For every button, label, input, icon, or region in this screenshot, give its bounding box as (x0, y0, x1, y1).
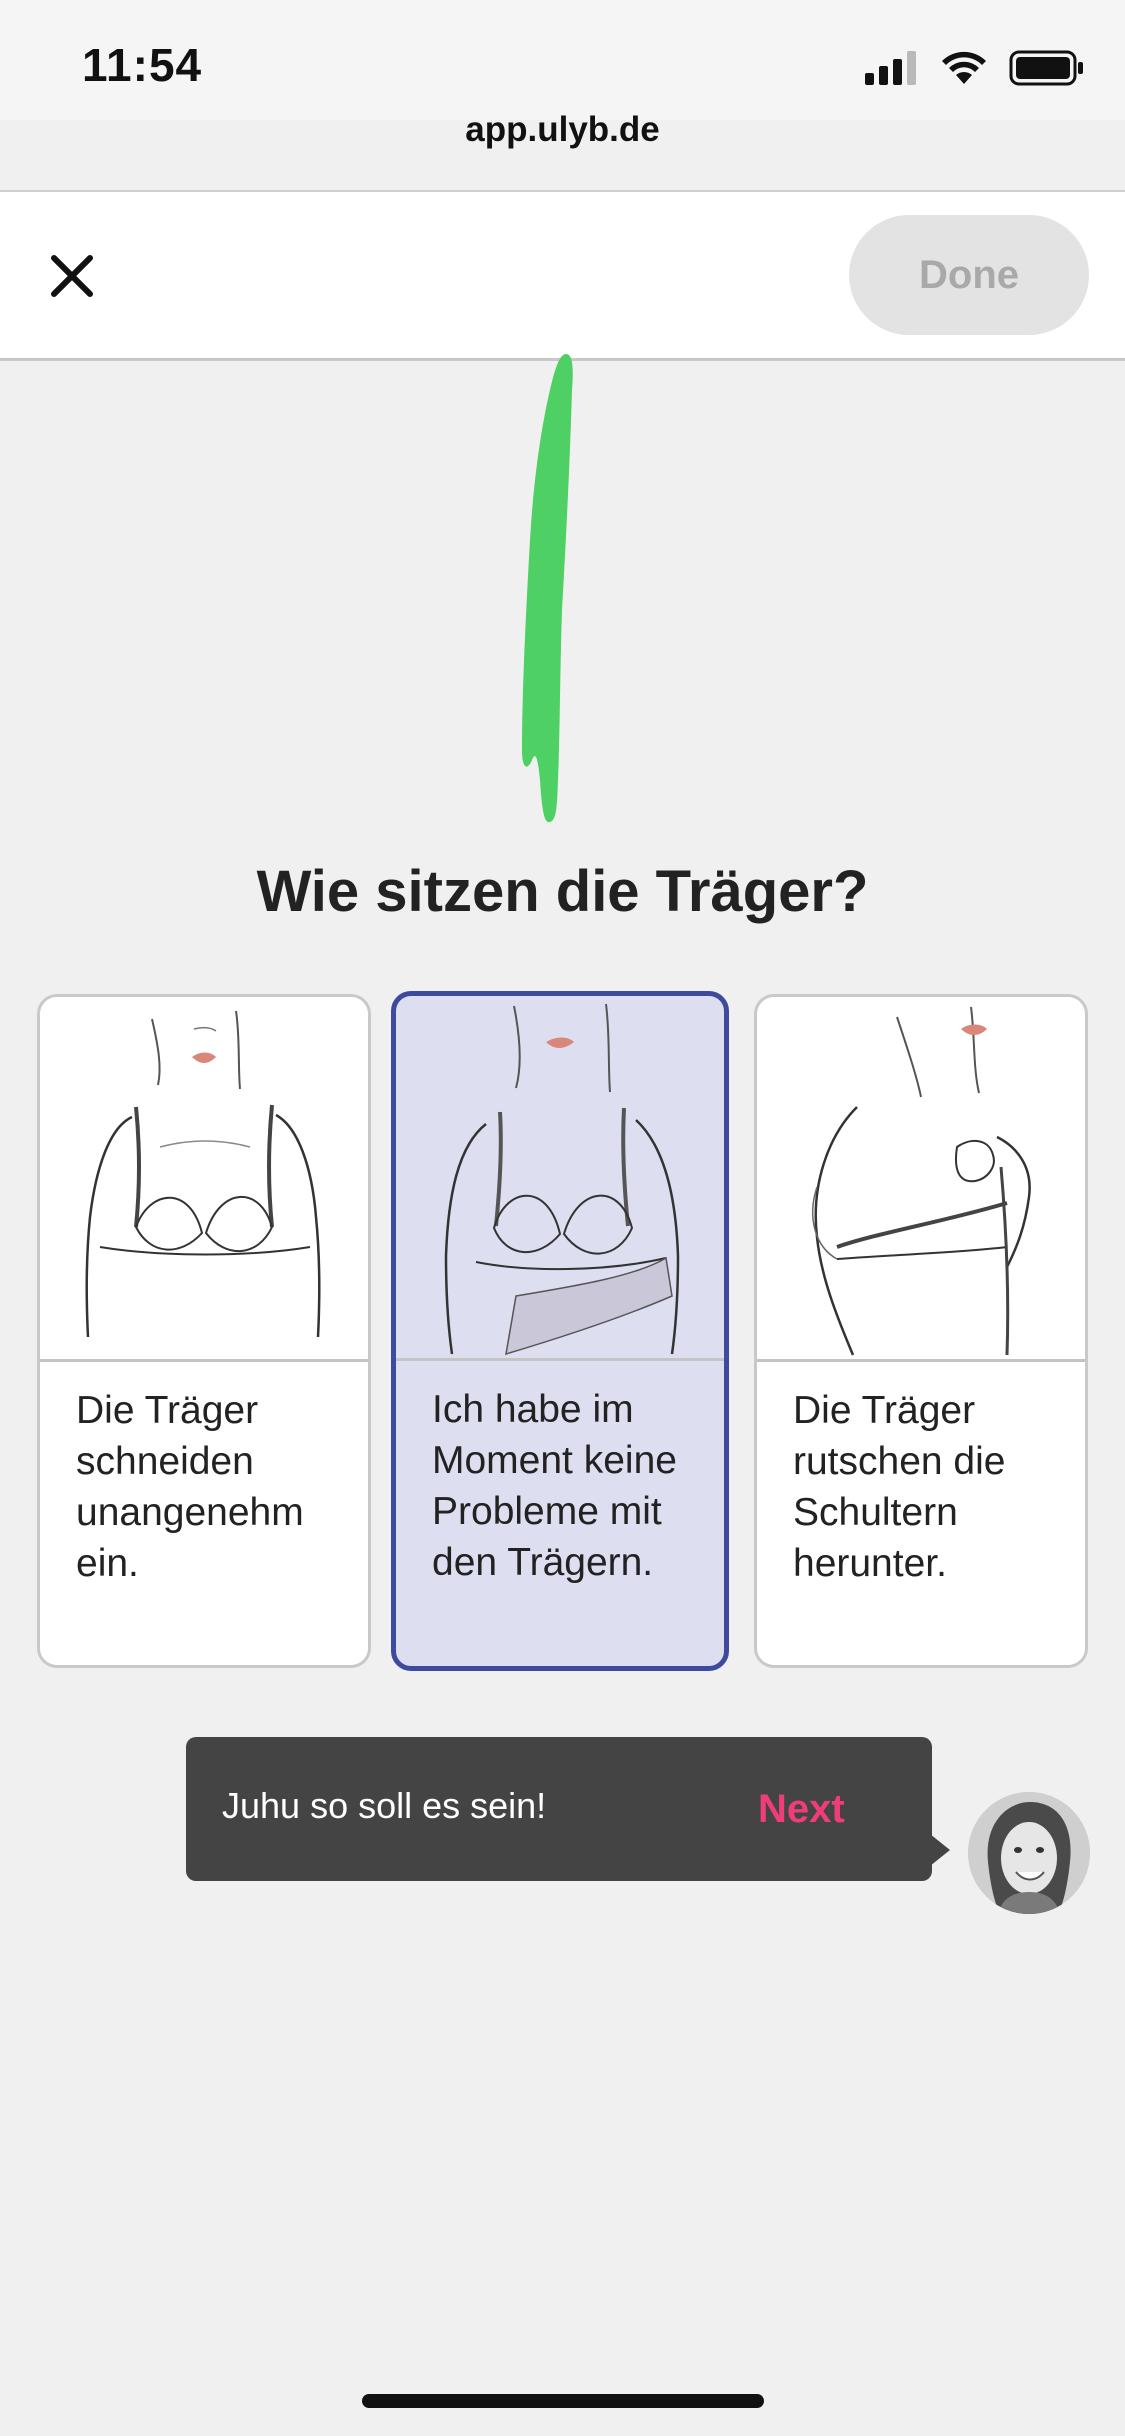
option-label: Ich habe im Moment keine Probleme mit de… (432, 1388, 677, 1584)
signal-icon (865, 51, 916, 85)
card-divider (396, 1358, 724, 1361)
home-indicator[interactable] (362, 2394, 764, 2408)
option-card-strap-cutting[interactable]: Die Träger schneiden unangenehm ein. (37, 994, 371, 1668)
status-bar: 11:54 app.ulyb.de (0, 0, 1125, 149)
assistant-portrait (968, 1792, 1090, 1914)
wifi-icon (942, 51, 986, 84)
battery-icon (1009, 50, 1083, 86)
strap-cutting-illustration (85, 1010, 321, 1338)
strap-fine-illustration (444, 1003, 680, 1356)
card-divider (757, 1359, 1085, 1362)
option-card-strap-slipping[interactable]: Die Träger rutschen die Schultern herunt… (754, 994, 1088, 1668)
progress-indicator (522, 354, 573, 823)
option-label: Die Träger rutschen die Schultern herunt… (793, 1389, 1006, 1585)
next-button[interactable]: Next (758, 1787, 845, 1832)
toast-pointer (930, 1834, 950, 1866)
card-divider (40, 1359, 368, 1362)
question-title: Wie sitzen die Träger? (256, 859, 869, 924)
top-toolbar: Done (0, 192, 1125, 361)
close-button[interactable] (38, 242, 106, 310)
url-bar[interactable]: app.ulyb.de (0, 110, 1125, 150)
close-icon (51, 255, 93, 297)
strap-slipping-illustration (812, 1006, 1031, 1356)
option-card-no-problems[interactable]: Ich habe im Moment keine Probleme mit de… (391, 991, 729, 1671)
status-icons (865, 50, 1085, 86)
done-button[interactable]: Done (849, 215, 1089, 335)
status-time: 11:54 (82, 39, 203, 91)
avatar (968, 1792, 1090, 1914)
screen: 11:54 app.ulyb.de Done Wie sitzen die Tr… (0, 0, 1125, 2436)
option-label: Die Träger schneiden unangenehm ein. (76, 1389, 304, 1585)
toast-message: Juhu so soll es sein! (222, 1785, 547, 1826)
feedback-toast: Juhu so soll es sein! Next (186, 1737, 932, 1881)
